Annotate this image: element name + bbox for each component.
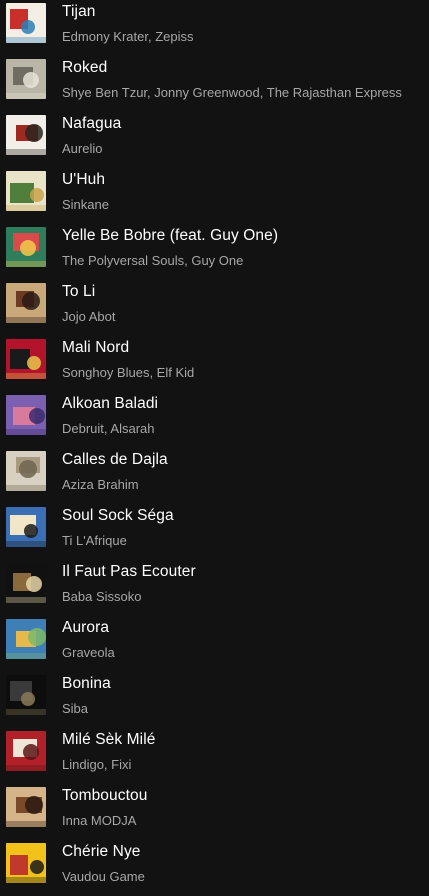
album-art-icon — [6, 59, 46, 99]
track-title[interactable]: Soul Sock Séga — [62, 507, 174, 525]
track-title[interactable]: Il Faut Pas Ecouter — [62, 563, 196, 581]
track-title[interactable]: Tijan — [62, 3, 96, 21]
album-art-icon — [6, 3, 46, 43]
track-row[interactable]: To Li Jojo Abot — [0, 280, 429, 336]
track-row[interactable]: Aurora Graveola — [0, 616, 429, 672]
track-artist[interactable]: Debruit, Alsarah — [62, 421, 155, 436]
album-art-icon — [6, 731, 46, 771]
track-title[interactable]: U'Huh — [62, 171, 105, 189]
album-art-icon — [6, 451, 46, 491]
track-artist[interactable]: Sinkane — [62, 197, 109, 212]
album-art-icon — [6, 507, 46, 547]
album-art-icon — [6, 171, 46, 211]
track-row[interactable]: Tijan Edmony Krater, Zepiss — [0, 0, 429, 56]
track-artist[interactable]: The Polyversal Souls, Guy One — [62, 253, 243, 268]
album-art-icon — [6, 227, 46, 267]
track-row[interactable]: Tombouctou Inna MODJA — [0, 784, 429, 840]
track-title[interactable]: Chérie Nye — [62, 843, 141, 861]
track-artist[interactable]: Aurelio — [62, 141, 102, 156]
track-title[interactable]: Roked — [62, 59, 107, 77]
album-art-icon — [6, 675, 46, 715]
track-artist[interactable]: Siba — [62, 701, 88, 716]
track-title[interactable]: Bonina — [62, 675, 111, 693]
track-row[interactable]: Chérie Nye Vaudou Game — [0, 840, 429, 896]
track-artist[interactable]: Edmony Krater, Zepiss — [62, 29, 194, 44]
album-art-icon — [6, 619, 46, 659]
track-artist[interactable]: Baba Sissoko — [62, 589, 142, 604]
track-artist[interactable]: Jojo Abot — [62, 309, 116, 324]
track-artist[interactable]: Inna MODJA — [62, 813, 136, 828]
track-artist[interactable]: Shye Ben Tzur, Jonny Greenwood, The Raja… — [62, 85, 402, 100]
album-art-icon — [6, 115, 46, 155]
track-artist[interactable]: Vaudou Game — [62, 869, 145, 884]
album-art-icon — [6, 339, 46, 379]
track-row[interactable]: U'Huh Sinkane — [0, 168, 429, 224]
track-artist[interactable]: Graveola — [62, 645, 115, 660]
track-artist[interactable]: Lindigo, Fixi — [62, 757, 131, 772]
track-title[interactable]: Tombouctou — [62, 787, 147, 805]
album-art-icon — [6, 395, 46, 435]
track-title[interactable]: Milé Sèk Milé — [62, 731, 155, 749]
track-title[interactable]: Mali Nord — [62, 339, 129, 357]
album-art-icon — [6, 843, 46, 883]
track-title[interactable]: Calles de Dajla — [62, 451, 168, 469]
track-row[interactable]: Calles de Dajla Aziza Brahim — [0, 448, 429, 504]
track-title[interactable]: Nafagua — [62, 115, 121, 133]
track-title[interactable]: Aurora — [62, 619, 109, 637]
track-title[interactable]: Alkoan Baladi — [62, 395, 158, 413]
track-row[interactable]: Mali Nord Songhoy Blues, Elf Kid — [0, 336, 429, 392]
track-list: Tijan Edmony Krater, Zepiss Roked Shye Ben … — [0, 0, 429, 887]
track-row[interactable]: Bonina Siba — [0, 672, 429, 728]
track-row[interactable]: Roked Shye Ben Tzur, Jonny Greenwood, The… — [0, 56, 429, 112]
album-art-icon — [6, 787, 46, 827]
track-row[interactable]: Il Faut Pas Ecouter Baba Sissoko — [0, 560, 429, 616]
track-row[interactable]: Soul Sock Séga Ti L'Afrique — [0, 504, 429, 560]
track-title[interactable]: To Li — [62, 283, 95, 301]
track-row[interactable]: Milé Sèk Milé Lindigo, Fixi — [0, 728, 429, 784]
track-artist[interactable]: Songhoy Blues, Elf Kid — [62, 365, 194, 380]
track-title[interactable]: Yelle Be Bobre (feat. Guy One) — [62, 227, 278, 245]
track-row[interactable]: Alkoan Baladi Debruit, Alsarah — [0, 392, 429, 448]
track-artist[interactable]: Ti L'Afrique — [62, 533, 127, 548]
album-art-icon — [6, 283, 46, 323]
album-art-icon — [6, 563, 46, 603]
track-artist[interactable]: Aziza Brahim — [62, 477, 139, 492]
track-row[interactable]: Yelle Be Bobre (feat. Guy One) The Polyve… — [0, 224, 429, 280]
track-row[interactable]: Nafagua Aurelio — [0, 112, 429, 168]
